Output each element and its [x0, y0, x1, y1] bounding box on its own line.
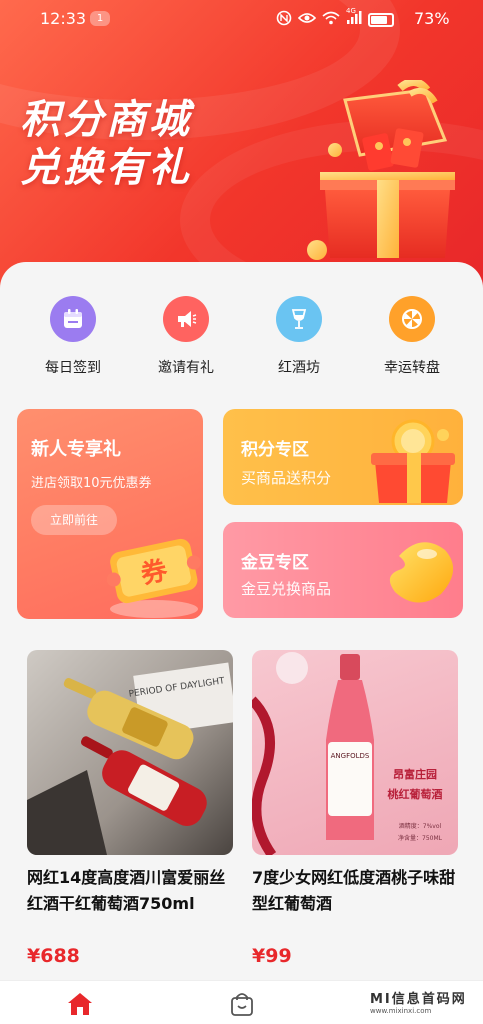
status-time: 12:33 — [40, 9, 87, 28]
coupon-illustration: 券 — [99, 527, 203, 619]
battery-icon — [368, 13, 394, 27]
quick-action-label: 幸运转盘 — [384, 360, 440, 376]
quick-action-lucky-wheel[interactable]: 幸运转盘 — [357, 296, 467, 377]
card-subtitle: 金豆兑换商品 — [241, 580, 332, 598]
product-card[interactable]: PERIOD OF DAYLIGHT 网红14度高度酒川富爱丽丝红酒干红葡萄酒7… — [27, 650, 233, 967]
quick-action-invite[interactable]: 邀请有礼 — [131, 296, 241, 377]
quick-actions: 每日签到 邀请有礼 红酒坊 幸运转盘 — [0, 296, 483, 386]
gift-box-illustration — [305, 78, 475, 270]
quick-action-label: 红酒坊 — [278, 360, 320, 376]
card-subtitle: 进店领取10元优惠券 — [31, 476, 152, 491]
wheel-icon — [389, 296, 435, 342]
product-card[interactable]: ANGFOLDS 昂富庄园 桃红葡萄酒 酒精度：7%vol 净含量：750ML … — [252, 650, 458, 967]
spec-text: 酒精度：7%vol — [399, 822, 442, 830]
megaphone-icon — [163, 296, 209, 342]
quick-action-label: 每日签到 — [45, 360, 101, 376]
product-name: 网红14度高度酒川富爱丽丝红酒干红葡萄酒750ml — [27, 868, 226, 913]
product-image: PERIOD OF DAYLIGHT — [27, 650, 233, 855]
gold-bean-zone-card[interactable]: 金豆专区 金豆兑换商品 — [223, 522, 463, 618]
new-user-gift-card[interactable]: 新人专享礼 进店领取10元优惠券 立即前往 券 — [17, 409, 203, 619]
gift-coins-illustration — [365, 415, 461, 505]
quick-action-label: 邀请有礼 — [158, 360, 214, 376]
card-subtitle: 买商品送积分 — [241, 469, 332, 487]
wine-glass-icon — [276, 296, 322, 342]
card-title: 金豆专区 — [241, 553, 309, 573]
battery-percent: 73% — [414, 9, 450, 28]
watermark: MI信息首码网 www.mixinxi.com — [370, 988, 467, 1015]
product-name: 7度少女网红低度酒桃子味甜型红葡萄酒 — [252, 868, 456, 913]
hero-banner: 12:33 1 4G 73% 积分商城 兑换有礼 — [0, 0, 483, 300]
signal-label: 4G — [346, 7, 356, 15]
notification-badge: 1 — [90, 11, 110, 26]
card-title: 积分专区 — [241, 440, 309, 460]
hero-title-line: 兑换有礼 — [20, 145, 192, 191]
hero-title-line: 积分商城 — [20, 97, 192, 143]
quick-action-daily-checkin[interactable]: 每日签到 — [18, 296, 128, 377]
signal-icon: 4G — [346, 7, 362, 29]
bottle-label-title: 昂富庄园 — [393, 767, 437, 781]
status-bar: 12:33 1 4G 73% — [0, 0, 483, 38]
calendar-icon — [50, 296, 96, 342]
home-icon[interactable] — [66, 991, 94, 1021]
bottle-label-brand: ANGFOLDS — [331, 752, 370, 760]
card-title: 新人专享礼 — [31, 439, 121, 460]
watermark-text: MI信息首码网 — [370, 992, 467, 1007]
watermark-url: www.mixinxi.com — [370, 1007, 432, 1015]
product-price: ¥688 — [27, 945, 80, 967]
nfc-icon — [276, 10, 292, 30]
product-price: ¥99 — [252, 945, 292, 967]
eye-icon — [297, 11, 317, 29]
spec-text: 净含量：750ML — [398, 834, 443, 842]
hero-title: 积分商城 兑换有礼 — [20, 96, 192, 192]
bottle-label-title: 桃红葡萄酒 — [388, 787, 443, 801]
wifi-icon — [322, 11, 340, 29]
points-zone-card[interactable]: 积分专区 买商品送积分 — [223, 409, 463, 505]
quick-action-wine-shop[interactable]: 红酒坊 — [244, 296, 354, 377]
shopping-bag-icon[interactable] — [229, 991, 255, 1021]
gold-bean-illustration — [381, 536, 461, 612]
status-icons: 4G — [276, 7, 394, 30]
product-image: ANGFOLDS 昂富庄园 桃红葡萄酒 酒精度：7%vol 净含量：750ML — [252, 650, 458, 855]
